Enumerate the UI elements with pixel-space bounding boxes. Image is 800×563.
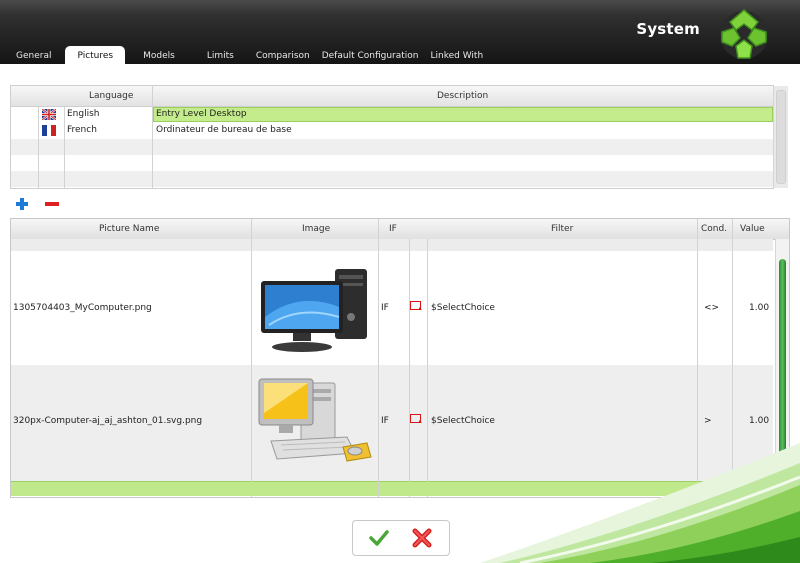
language-table: Language Description English Entry Level… (10, 85, 788, 189)
cond-value: > (704, 416, 712, 426)
column-divider (38, 106, 39, 188)
language-table-header: Language Description (11, 86, 773, 107)
add-language-button[interactable] (15, 197, 29, 211)
cross-icon[interactable] (411, 527, 433, 549)
empty-row (11, 155, 773, 171)
column-header-filter: Filter (551, 224, 574, 234)
tab-general[interactable]: General (10, 51, 57, 64)
column-divider (409, 239, 410, 497)
column-divider (64, 106, 65, 188)
pictures-table-header: Picture Name Image IF Filter Cond. Value (11, 219, 789, 240)
table-row[interactable]: French Ordinateur de bureau de base (11, 123, 773, 139)
language-description: Entry Level Desktop (156, 109, 247, 119)
empty-row (11, 171, 773, 187)
language-scrollbar[interactable] (773, 86, 788, 188)
language-name: English (67, 109, 100, 119)
tab-default-configuration[interactable]: Default Configuration (316, 51, 425, 64)
if-label: IF (381, 416, 389, 426)
language-name: French (67, 125, 97, 135)
table-row[interactable]: English Entry Level Desktop (11, 107, 773, 123)
page-title: System (636, 20, 700, 38)
column-header-image: Image (302, 224, 331, 234)
column-header-description: Description (437, 91, 489, 101)
picture-name: 320px-Computer-aj_aj_ashton_01.svg.png (13, 416, 203, 426)
value-cell: 1.00 (749, 416, 770, 426)
cond-value: <> (704, 303, 720, 313)
app-header: System General Pictures Models Limits Co… (0, 0, 800, 64)
empty-row (11, 139, 773, 155)
tab-pictures[interactable]: Pictures (65, 46, 126, 64)
column-divider (378, 219, 379, 497)
tab-models[interactable]: Models (137, 51, 181, 64)
column-divider (251, 219, 252, 497)
desktop-computer-image (261, 269, 367, 352)
scrollbar-thumb[interactable] (776, 90, 786, 184)
filter-edit-icon[interactable] (410, 414, 423, 424)
tab-linked-with[interactable]: Linked With (425, 51, 490, 64)
filter-value: $SelectChoice (431, 416, 495, 426)
value-cell: 1.00 (749, 303, 770, 313)
column-header-picture-name: Picture Name (99, 224, 160, 234)
spacer-row (11, 239, 773, 251)
picture-name: 1305704403_MyComputer.png (13, 303, 152, 313)
france-flag-icon (42, 125, 56, 136)
company-logo (720, 9, 768, 59)
tab-bar: General Pictures Models Limits Compariso… (10, 44, 489, 64)
uk-flag-icon (42, 109, 56, 120)
language-description: Ordinateur de bureau de base (156, 125, 292, 135)
column-header-if: IF (389, 224, 397, 234)
tab-limits[interactable]: Limits (201, 51, 240, 64)
column-divider (427, 239, 428, 497)
table-row[interactable]: 1305704403_MyComputer.png IF $SelectChoi… (11, 251, 773, 365)
if-label: IF (381, 303, 389, 313)
dialog-actions (352, 520, 450, 556)
filter-value: $SelectChoice (431, 303, 495, 313)
filter-edit-icon[interactable] (410, 301, 423, 311)
column-divider (152, 86, 153, 188)
decorative-swoosh (480, 443, 800, 563)
column-header-cond: Cond. (701, 224, 728, 234)
column-header-value: Value (740, 224, 765, 234)
remove-language-button[interactable] (44, 197, 60, 211)
tab-comparison[interactable]: Comparison (250, 51, 316, 64)
column-header-language: Language (89, 91, 134, 101)
checkmark-icon[interactable] (369, 529, 389, 547)
header-top-stripe (0, 0, 800, 14)
retro-computer-image (258, 378, 372, 462)
